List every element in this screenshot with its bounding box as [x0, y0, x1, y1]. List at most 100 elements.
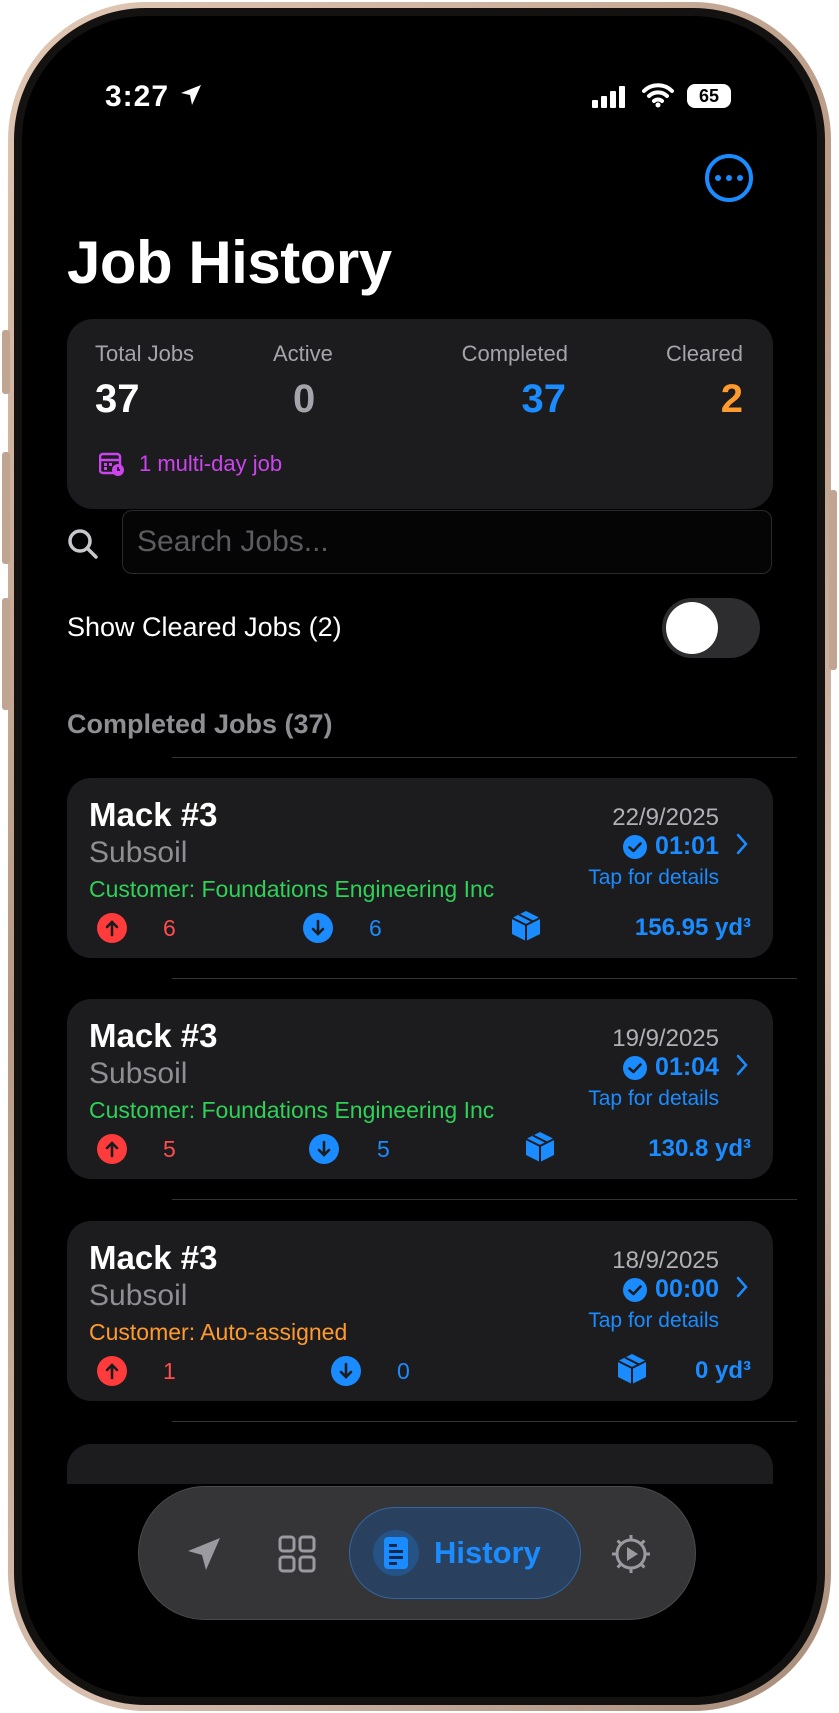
- tap-for-details-hint: Tap for details: [588, 866, 719, 889]
- job-date: 18/9/2025: [612, 1247, 719, 1274]
- job-title: Mack #3: [89, 1017, 218, 1054]
- tab-location[interactable]: [161, 1487, 247, 1621]
- show-cleared-label: Show Cleared Jobs (2): [67, 612, 342, 642]
- section-header: Completed Jobs (37): [67, 709, 333, 739]
- stat-active: Active 0: [273, 341, 333, 422]
- job-date: 19/9/2025: [612, 1025, 719, 1052]
- location-services-icon: [181, 85, 201, 105]
- multi-day-label: 1 multi-day job: [139, 451, 283, 476]
- screen: 3:27 65 Job History Total Jobs 37 Active…: [22, 16, 817, 1697]
- job-duration-value: 00:00: [655, 1275, 719, 1303]
- separator: [172, 757, 797, 758]
- stat-value: 37: [521, 377, 567, 421]
- stat-total-jobs: Total Jobs 37: [95, 341, 194, 422]
- job-customer: Customer: Foundations Engineering Inc: [89, 1097, 495, 1123]
- separator: [172, 1199, 797, 1200]
- search-input[interactable]: [122, 510, 772, 574]
- checkmark-circle-icon: [623, 1055, 648, 1080]
- history-icon: [373, 1530, 419, 1576]
- cube-box-icon: [511, 911, 541, 941]
- job-duration-value: 01:04: [655, 1053, 719, 1081]
- job-duration: 00:00: [623, 1275, 719, 1304]
- checkmark-circle-icon: [623, 834, 648, 859]
- stat-value: 37: [95, 377, 140, 421]
- volume-up-button: [2, 452, 10, 564]
- job-title: Mack #3: [89, 796, 218, 833]
- stat-value: 0: [293, 377, 316, 421]
- stat-label: Cleared: [665, 341, 743, 366]
- cellular-signal-icon: [592, 86, 625, 108]
- mute-switch: [2, 330, 10, 394]
- job-material: Subsoil: [89, 1057, 188, 1090]
- arrow-up-circle-icon: [97, 1356, 127, 1386]
- tap-for-details-hint: Tap for details: [588, 1309, 719, 1332]
- dot: [726, 175, 732, 181]
- settings-gear-icon: [612, 1535, 650, 1573]
- dynamic-island: [352, 74, 512, 120]
- job-volume: 130.8 yd³: [648, 1135, 751, 1162]
- job-card-partial[interactable]: [67, 1444, 773, 1484]
- job-volume: 0 yd³: [694, 1357, 751, 1384]
- arrow-up-circle-icon: [97, 1134, 127, 1164]
- download-count: 6: [369, 915, 382, 941]
- battery-indicator: 65: [687, 84, 731, 108]
- upload-count: 1: [163, 1358, 176, 1384]
- chevron-right-icon: [736, 1276, 748, 1298]
- job-volume: 156.95 yd³: [634, 914, 751, 941]
- download-count: 5: [377, 1136, 390, 1162]
- job-duration-value: 01:01: [655, 832, 719, 860]
- chevron-right-icon: [736, 833, 748, 855]
- tap-for-details-hint: Tap for details: [588, 1087, 719, 1110]
- search-icon: [68, 529, 98, 559]
- tab-bar: History: [138, 1486, 696, 1620]
- separator: [172, 1421, 797, 1422]
- checkmark-circle-icon: [623, 1277, 648, 1302]
- job-date: 22/9/2025: [612, 804, 719, 831]
- stat-value: 2: [720, 377, 743, 421]
- upload-count: 6: [163, 915, 176, 941]
- volume-down-button: [2, 598, 10, 710]
- arrow-down-circle-icon: [309, 1134, 339, 1164]
- tab-settings[interactable]: [591, 1487, 671, 1621]
- stat-label: Total Jobs: [95, 341, 195, 366]
- job-duration: 01:01: [623, 832, 719, 861]
- arrow-down-circle-icon: [331, 1356, 361, 1386]
- stat-label: Completed: [461, 341, 568, 366]
- status-bar: 3:27 65: [22, 72, 817, 120]
- show-cleared-toggle[interactable]: [662, 598, 760, 658]
- job-material: Subsoil: [89, 836, 188, 869]
- cube-box-icon: [617, 1354, 647, 1384]
- stat-label: Active: [273, 341, 333, 366]
- toggle-knob: [666, 602, 718, 654]
- job-card[interactable]: Mack #3 Subsoil Customer: Foundations En…: [67, 999, 773, 1179]
- wifi-icon: [642, 83, 674, 108]
- job-customer: Customer: Auto-assigned: [89, 1319, 348, 1345]
- download-count: 0: [397, 1358, 410, 1384]
- job-title: Mack #3: [89, 1239, 218, 1276]
- side-button: [829, 490, 837, 670]
- dot: [737, 175, 743, 181]
- tab-history[interactable]: History: [349, 1507, 581, 1599]
- arrow-up-circle-icon: [97, 913, 127, 943]
- grid-icon: [278, 1535, 316, 1573]
- stat-completed: Completed 37: [412, 341, 568, 422]
- job-customer: Customer: Foundations Engineering Inc: [89, 876, 495, 902]
- job-duration: 01:04: [623, 1053, 719, 1082]
- job-card[interactable]: Mack #3 Subsoil Customer: Foundations En…: [67, 778, 773, 958]
- more-options-button[interactable]: [705, 154, 753, 202]
- multi-day-indicator: 1 multi-day job: [99, 451, 282, 477]
- upload-count: 5: [163, 1136, 176, 1162]
- separator: [172, 978, 797, 979]
- page-title: Job History: [67, 229, 392, 296]
- location-arrow-icon: [188, 1538, 220, 1570]
- calendar-clock-icon: [99, 452, 124, 476]
- stat-cleared: Cleared 2: [627, 341, 743, 422]
- chevron-right-icon: [736, 1054, 748, 1076]
- tab-dashboard[interactable]: [257, 1487, 337, 1621]
- tab-history-label: History: [434, 1535, 541, 1570]
- cube-box-icon: [525, 1132, 555, 1162]
- stats-summary-card: Total Jobs 37 Active 0 Completed 37 Clea…: [67, 319, 773, 509]
- ellipsis-circle-icon: [715, 175, 721, 181]
- job-material: Subsoil: [89, 1279, 188, 1312]
- job-card[interactable]: Mack #3 Subsoil Customer: Auto-assigned …: [67, 1221, 773, 1401]
